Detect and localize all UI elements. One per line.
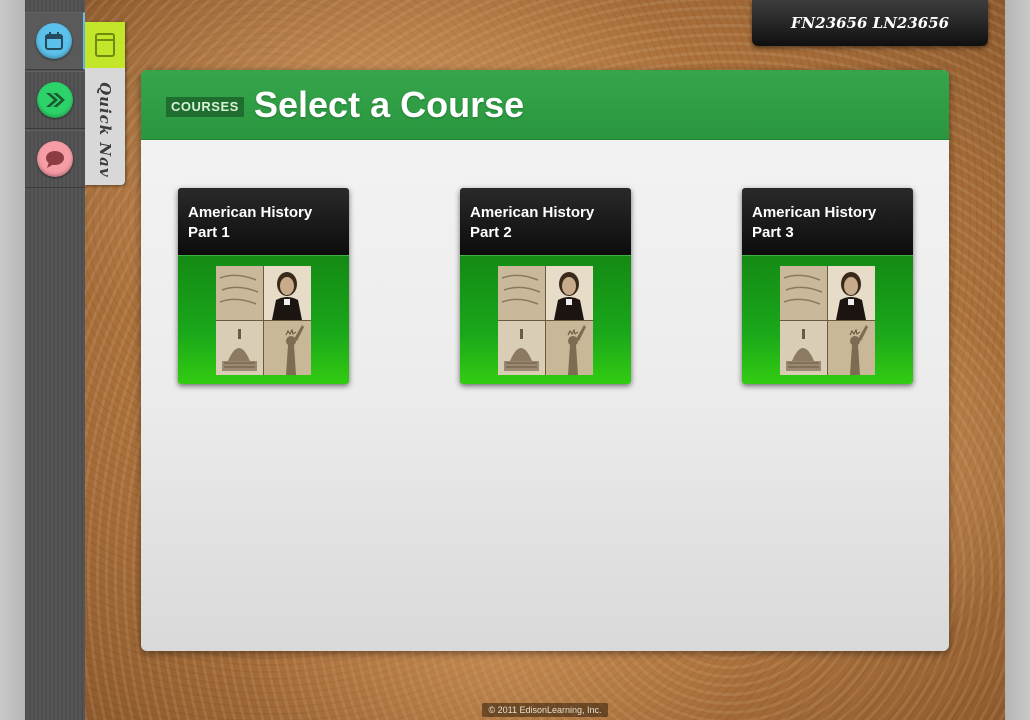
course-image-area: [460, 256, 631, 384]
course-thumbnail: [498, 265, 593, 375]
quick-nav-header: [85, 22, 125, 68]
course-thumbnail: [216, 265, 311, 375]
panel-header: COURSES Select a Course: [141, 70, 949, 140]
course-image-area: [742, 256, 913, 384]
course-card[interactable]: American History Part 1: [178, 188, 349, 384]
quick-nav-label: Quick Nav: [96, 82, 114, 178]
calendar-icon: [36, 23, 72, 59]
course-title: American History Part 2: [460, 188, 631, 256]
chat-bubble-icon: [37, 141, 73, 177]
sidebar-item-messages[interactable]: [25, 130, 85, 188]
book-icon: [95, 33, 115, 57]
copyright-notice: © 2011 EdisonLearning, Inc.: [482, 703, 608, 717]
sidebar-rail: [25, 0, 85, 720]
course-title: American History Part 1: [178, 188, 349, 256]
course-title: American History Part 3: [742, 188, 913, 256]
page-title: Select a Course: [254, 84, 525, 125]
window-frame-left: [0, 0, 25, 720]
quick-nav-tab[interactable]: Quick Nav: [85, 22, 125, 185]
sidebar-item-calendar[interactable]: [25, 12, 85, 70]
course-card[interactable]: American History Part 3: [742, 188, 913, 384]
course-card[interactable]: American History Part 2: [460, 188, 631, 384]
user-bar[interactable]: FN23656 LN23656: [752, 0, 988, 46]
course-image-area: [178, 256, 349, 384]
double-chevron-right-icon: [37, 82, 73, 118]
course-thumbnail: [780, 265, 875, 375]
window-frame-right: [1005, 0, 1030, 720]
user-name: FN23656 LN23656: [790, 14, 950, 32]
courses-badge: COURSES: [166, 97, 244, 117]
course-panel: COURSES Select a Course American History…: [141, 70, 949, 651]
sidebar-item-forward[interactable]: [25, 71, 85, 129]
